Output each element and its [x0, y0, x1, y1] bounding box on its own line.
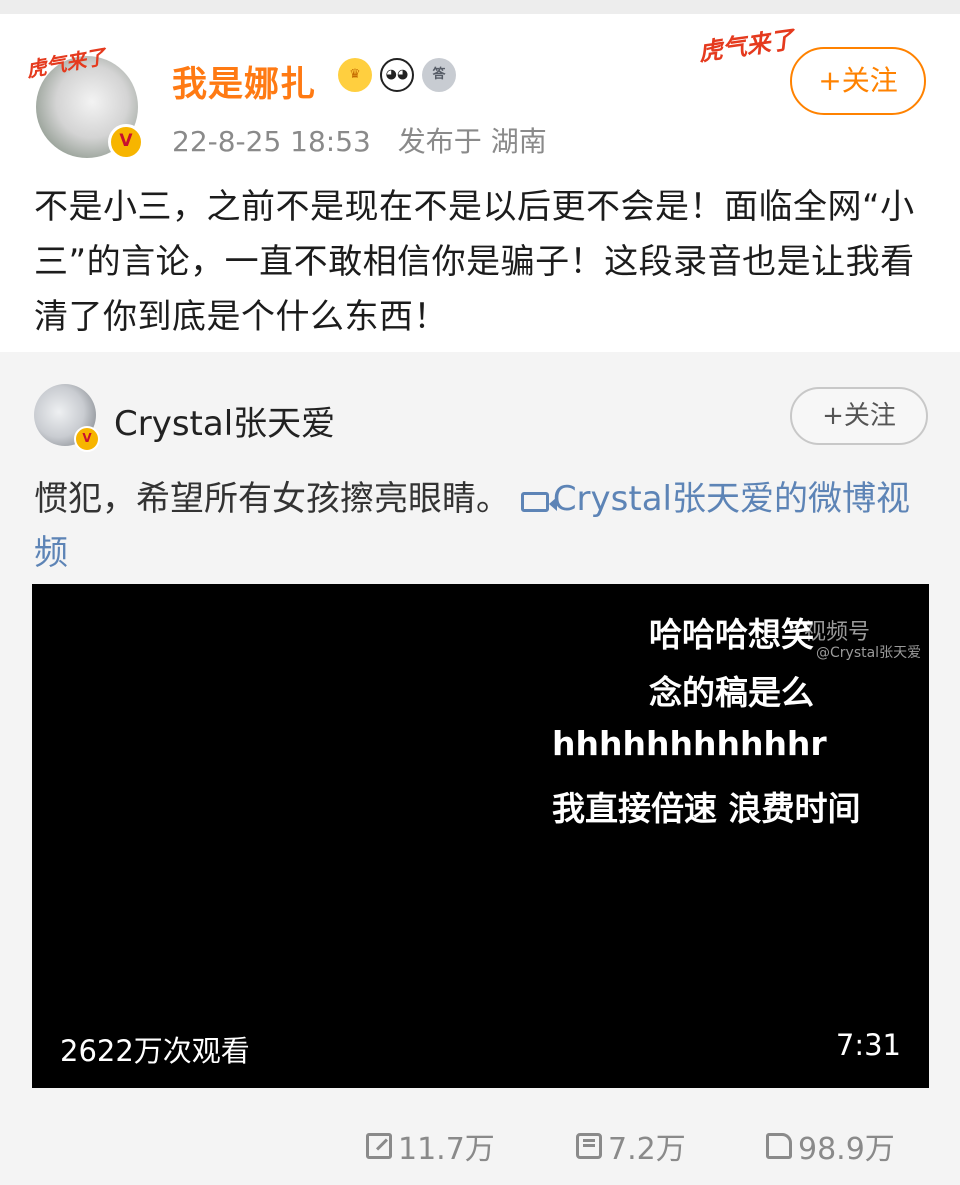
medal-icon[interactable]: 答: [422, 58, 456, 92]
video-watermark-handle: @Crystal张天爱: [816, 645, 922, 661]
video-view-count: 2622万次观看: [60, 1034, 250, 1068]
repost-body-text: 惯犯，希望所有女孩擦亮眼睛。 Crystal张天爱的微博视频: [34, 472, 924, 580]
repost-follow-button[interactable]: +关注: [790, 387, 928, 445]
post-timestamp: 22-8-25 18:53: [172, 125, 371, 158]
panda-icon[interactable]: ◕◕: [380, 58, 414, 92]
location-prefix: 发布于: [397, 125, 482, 158]
comment-count: 7.2万: [608, 1132, 686, 1167]
video-subtitle-line: 哈哈哈想笑: [649, 615, 814, 654]
top-strip: [0, 0, 960, 14]
share-icon: [366, 1133, 392, 1159]
video-subtitle-line: 念的稿是么: [649, 673, 814, 712]
share-button[interactable]: 11.7万: [366, 1124, 495, 1168]
author-name[interactable]: 我是娜扎: [172, 56, 316, 107]
post-body-text: 不是小三，之前不是现在不是以后更不会是！面临全网“小三”的言论，一直不敢相信你是…: [34, 187, 915, 337]
like-button[interactable]: 98.9万: [766, 1124, 895, 1168]
video-player[interactable]: 视频号 @Crystal张天爱 哈哈哈想笑 念的稿是么 hhhhhhhhhhhr…: [32, 584, 929, 1088]
comment-icon: [576, 1133, 602, 1159]
follow-button[interactable]: +关注: [790, 47, 926, 115]
video-duration: 7:31: [835, 1028, 901, 1062]
share-count: 11.7万: [398, 1132, 495, 1167]
author-badges: ♛ ◕◕ 答: [338, 58, 456, 92]
video-camera-icon: [520, 492, 557, 512]
verified-badge-icon: V: [108, 124, 144, 160]
repost-verified-badge-icon: V: [74, 426, 100, 452]
post-meta: 22-8-25 18:53 发布于 湖南: [172, 120, 547, 160]
comment-button[interactable]: 7.2万: [576, 1124, 686, 1168]
like-count: 98.9万: [798, 1132, 895, 1167]
repost-text: 惯犯，希望所有女孩擦亮眼睛。: [34, 479, 510, 519]
repost-author-name[interactable]: Crystal张天爱: [114, 396, 335, 445]
action-bar: 11.7万 7.2万 98.9万: [0, 1124, 960, 1168]
thumbs-up-icon: [766, 1133, 792, 1159]
post-location: 湖南: [490, 125, 547, 158]
video-subtitle-line: 我直接倍速 浪费时间: [552, 789, 861, 828]
video-subtitle-line: hhhhhhhhhhhr: [552, 724, 827, 763]
crown-icon[interactable]: ♛: [338, 58, 372, 92]
